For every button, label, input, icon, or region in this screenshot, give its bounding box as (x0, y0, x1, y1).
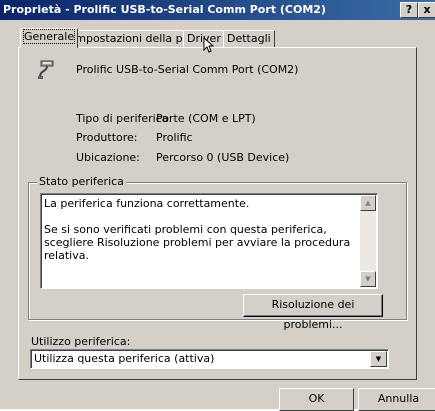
device-status-text: La periferica funziona correttamente. Se… (44, 197, 354, 262)
device-usage-value: Utilizza questa periferica (attiva) (34, 352, 215, 365)
chevron-down-icon[interactable]: ▼ (370, 351, 387, 367)
device-name: Prolific USB-to-Serial Comm Port (COM2) (76, 63, 299, 76)
status-ok-line: La periferica funziona correttamente. (44, 197, 250, 210)
mouse-cursor-icon (203, 37, 215, 53)
cancel-button[interactable]: Annulla (358, 388, 435, 411)
device-type-value: Porte (COM e LPT) (156, 112, 256, 125)
properties-dialog: Proprietà - Prolific USB-to-Serial Comm … (0, 0, 435, 411)
tab-dettagli[interactable]: Dettagli (223, 30, 275, 48)
scroll-up-icon[interactable]: ▲ (360, 195, 376, 211)
tab-generale[interactable]: Generale (20, 28, 79, 48)
serial-port-icon (36, 58, 60, 82)
location-value: Percorso 0 (USB Device) (156, 151, 290, 164)
general-tab-panel: Prolific USB-to-Serial Comm Port (COM2) … (18, 47, 417, 380)
device-status-title: Stato periferica (37, 175, 126, 188)
title-bar[interactable]: Proprietà - Prolific USB-to-Serial Comm … (0, 0, 435, 20)
device-usage-select[interactable]: Utilizza questa periferica (attiva) ▼ (30, 349, 389, 369)
status-help-line: Se si sono verificati problemi con quest… (44, 223, 351, 262)
device-status-textbox[interactable]: La periferica funziona correttamente. Se… (40, 193, 378, 289)
close-button[interactable]: x (418, 2, 435, 18)
help-button[interactable]: ? (400, 2, 418, 18)
location-label: Ubicazione: (76, 151, 140, 164)
scroll-down-icon[interactable]: ▼ (360, 271, 376, 287)
ok-button[interactable]: OK (279, 388, 354, 411)
manufacturer-label: Produttore: (76, 131, 138, 144)
window-title: Proprietà - Prolific USB-to-Serial Comm … (3, 3, 326, 16)
manufacturer-value: Prolific (156, 131, 193, 144)
device-usage-label: Utilizzo periferica: (31, 335, 131, 348)
status-scrollbar[interactable]: ▲ ▼ (360, 195, 376, 287)
troubleshoot-button[interactable]: Risoluzione dei problemi... (243, 294, 383, 331)
